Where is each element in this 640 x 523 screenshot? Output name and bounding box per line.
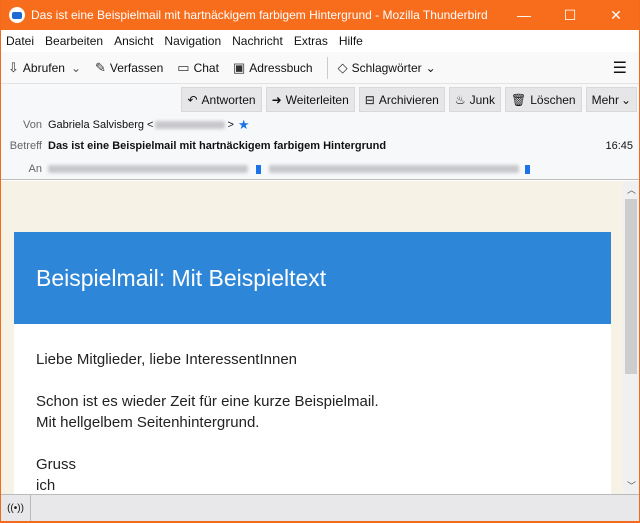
- chevron-down-icon: ⌄: [620, 92, 631, 107]
- recipient-marker: [525, 164, 530, 174]
- menu-extras[interactable]: Extras: [294, 34, 328, 48]
- write-label: Verfassen: [109, 60, 164, 75]
- archive-icon: ⊟: [364, 92, 375, 107]
- body-line: Mit hellgelbem Seitenhintergrund.: [36, 414, 260, 431]
- from-end: >: [227, 119, 234, 131]
- chat-button[interactable]: ▭ Chat: [177, 60, 219, 76]
- main-toolbar: ⇩ Abrufen ⌄ ✎ Verfassen ▭ Chat ▣ Adressbuch …: [1, 52, 639, 84]
- email-banner-heading: Beispielmail: Mit Beispieltext: [14, 232, 611, 324]
- addressbook-icon: ▣: [232, 59, 246, 75]
- forward-button[interactable]: ➜ Weiterleiten: [265, 87, 355, 112]
- tags-label: Schlagwörter: [351, 60, 422, 75]
- delete-button[interactable]: 🗑 Löschen: [504, 87, 582, 112]
- to-label: An: [28, 163, 42, 175]
- menu-bar: Datei Bearbeiten Ansicht Navigation Nach…: [1, 30, 639, 52]
- download-icon: ⇩: [8, 59, 19, 75]
- tag-icon: ◇: [337, 59, 348, 75]
- addressbook-label: Adressbuch: [249, 60, 313, 75]
- menu-bearbeiten[interactable]: Bearbeiten: [45, 34, 103, 48]
- title-bar: Das ist eine Beispielmail mit hartnäckig…: [1, 0, 639, 30]
- message-actions: ↶ Antworten ➜ Weiterleiten ⊟ Archivieren ♨ J…: [177, 87, 637, 112]
- reply-label: Antworten: [201, 92, 256, 107]
- junk-label: Junk: [469, 92, 495, 107]
- menu-datei[interactable]: Datei: [6, 34, 34, 48]
- chevron-down-icon: ⌄: [425, 60, 436, 75]
- subject-row: Betreff Das ist eine Beispielmail mit ha…: [1, 140, 639, 152]
- star-icon[interactable]: ★: [238, 117, 250, 133]
- chat-icon: ▭: [177, 59, 190, 75]
- message-body-pane: Beispielmail: Mit Beispieltext Liebe Mit…: [1, 181, 623, 494]
- from-label: Von: [23, 119, 42, 131]
- status-bar: ((•)): [1, 494, 639, 521]
- closing-text: Gruss: [36, 456, 77, 473]
- message-header: ↶ Antworten ➜ Weiterleiten ⊟ Archivieren ♨ J…: [1, 84, 639, 180]
- subject-label: Betreff: [9, 140, 42, 152]
- scroll-up-icon[interactable]: ︿: [627, 183, 636, 196]
- get-mail-label: Abrufen: [22, 60, 65, 75]
- close-button[interactable]: ✕: [593, 0, 639, 30]
- forward-icon: ➜: [271, 92, 282, 107]
- recipient-marker: [256, 164, 261, 174]
- tags-button[interactable]: ◇ Schlagwörter ⌄: [338, 60, 436, 76]
- toolbar-separator: [326, 56, 328, 79]
- get-mail-dropdown[interactable]: ⌄: [71, 61, 81, 75]
- delete-label: Löschen: [530, 92, 576, 107]
- greeting-text: Liebe Mitglieder, liebe InteressentInnen: [36, 351, 298, 368]
- write-button[interactable]: ✎ Verfassen: [95, 60, 163, 76]
- signature-text: ich: [36, 477, 56, 494]
- redacted-recipient: [48, 165, 248, 173]
- forward-label: Weiterleiten: [285, 92, 349, 107]
- thunderbird-window: Das ist eine Beispielmail mit hartnäckig…: [1, 0, 639, 521]
- junk-button[interactable]: ♨ Junk: [448, 87, 501, 112]
- menu-nachricht[interactable]: Nachricht: [232, 34, 283, 48]
- menu-navigation[interactable]: Navigation: [164, 34, 221, 48]
- addressbook-button[interactable]: ▣ Adressbuch: [233, 60, 313, 76]
- from-row: Von Gabriela Salvisberg < > ★: [1, 117, 250, 133]
- get-mail-button[interactable]: ⇩ Abrufen: [8, 60, 65, 76]
- reply-button[interactable]: ↶ Antworten: [181, 87, 262, 112]
- more-label: Mehr: [591, 92, 619, 107]
- archive-button[interactable]: ⊟ Archivieren: [358, 87, 445, 112]
- email-body: Liebe Mitglieder, liebe InteressentInnen…: [14, 324, 611, 494]
- archive-label: Archivieren: [378, 92, 439, 107]
- chat-label: Chat: [193, 60, 219, 75]
- redacted-email: [155, 121, 226, 129]
- hamburger-menu-icon[interactable]: ☰: [613, 58, 627, 78]
- to-row: An: [1, 163, 530, 175]
- menu-ansicht[interactable]: Ansicht: [114, 34, 153, 48]
- minimize-button[interactable]: —: [501, 0, 547, 30]
- flame-icon: ♨: [454, 92, 466, 107]
- subject-text: Das ist eine Beispielmail mit hartnäckig…: [48, 140, 387, 152]
- more-button[interactable]: Mehr ⌄: [585, 87, 637, 112]
- vertical-scrollbar[interactable]: ︿ ﹀: [623, 181, 639, 494]
- pencil-icon: ✎: [95, 59, 106, 75]
- thunderbird-logo-icon: [9, 7, 25, 23]
- reply-icon: ↶: [187, 92, 198, 107]
- scrollbar-thumb[interactable]: [625, 199, 637, 374]
- scroll-down-icon[interactable]: ﹀: [627, 479, 636, 492]
- from-name[interactable]: Gabriela Salvisberg <: [48, 119, 153, 131]
- trash-icon: 🗑: [510, 92, 527, 107]
- redacted-recipient: [269, 165, 519, 173]
- message-time: 16:45: [605, 140, 633, 152]
- menu-hilfe[interactable]: Hilfe: [339, 34, 363, 48]
- window-title: Das ist eine Beispielmail mit hartnäckig…: [31, 8, 488, 22]
- online-status-icon[interactable]: ((•)): [1, 495, 31, 521]
- maximize-button[interactable]: ☐: [547, 0, 593, 30]
- body-line: Schon ist es wieder Zeit für eine kurze …: [36, 393, 379, 410]
